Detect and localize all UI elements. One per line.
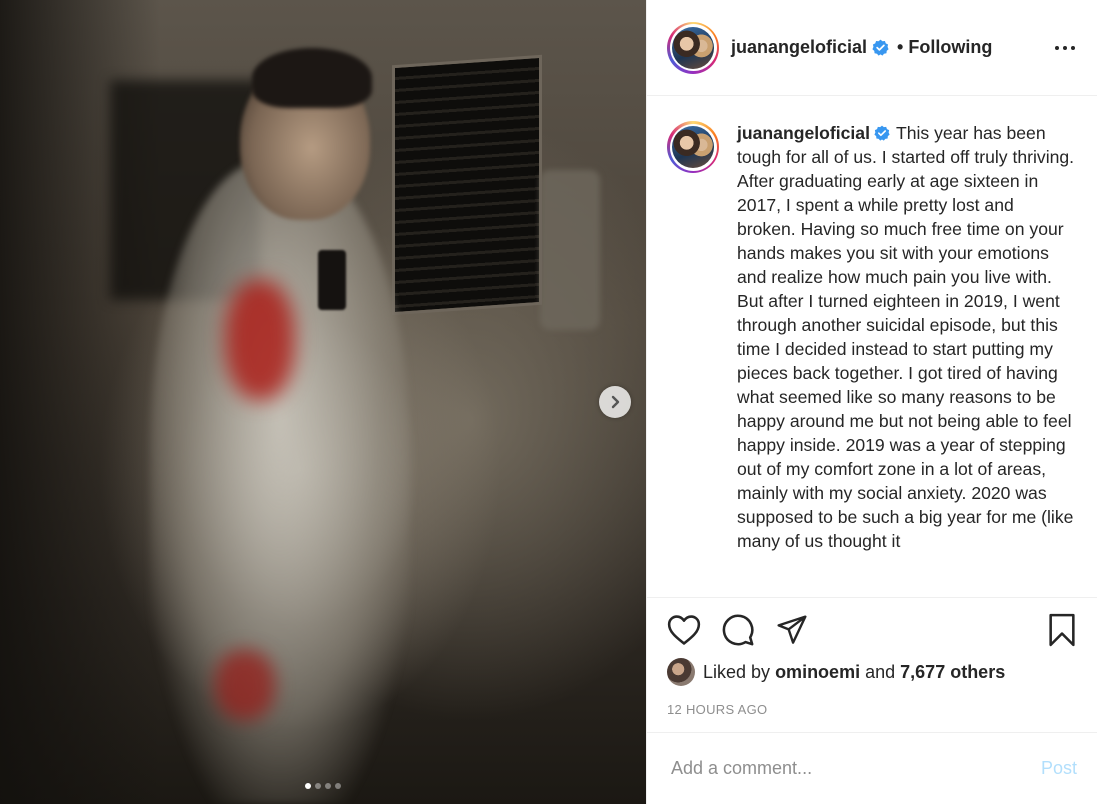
verified-badge-icon [872,39,889,56]
likes-summary[interactable]: Liked by ominoemi and 7,677 others [667,658,1077,686]
caption-section: juanangeloficial This year has been tough… [647,96,1097,597]
comment-form: Post [647,732,1097,804]
post-timestamp[interactable]: 12 HOURS AGO [667,702,1077,717]
actions-section: Liked by ominoemi and 7,677 others 12 HO… [647,597,1097,732]
phone [318,250,346,310]
following-button[interactable]: • Following [897,37,992,58]
verified-badge-icon [874,125,890,141]
paper-plane-icon[interactable] [775,614,809,646]
carousel-dot [325,783,331,789]
more-options-icon[interactable] [1055,40,1075,56]
following-label: Following [908,37,993,57]
caption-username-link[interactable]: juanangeloficial [737,123,870,143]
hanging-towel [540,170,600,330]
bookmark-icon[interactable] [1047,613,1077,647]
instagram-post: juanangeloficial • Following juanangelof… [0,0,1097,804]
liker-avatar [667,658,695,686]
caption: juanangeloficial This year has been tough… [737,121,1077,597]
carousel-indicator [0,783,646,789]
post-sidebar: juanangeloficial • Following juanangelof… [646,0,1097,804]
heart-icon[interactable] [667,614,701,646]
next-image-button[interactable] [599,386,631,418]
caption-avatar[interactable] [667,121,719,173]
comment-bubble-icon[interactable] [721,613,755,647]
avatar[interactable] [667,21,719,74]
post-header: juanangeloficial • Following [647,0,1097,96]
likes-count-link[interactable]: 7,677 others [900,662,1005,683]
person-figure [150,160,410,804]
likes-prefix: Liked by [703,661,771,682]
carousel-dot [305,783,311,789]
window-blinds [392,54,542,316]
comment-input[interactable] [669,757,1041,780]
username-link[interactable]: juanangeloficial [731,37,867,58]
post-comment-button[interactable]: Post [1041,758,1077,779]
separator-dot: • [897,37,904,57]
chevron-right-icon [611,395,620,409]
carousel-dot [335,783,341,789]
liker-username-link[interactable]: ominoemi [775,662,860,683]
carousel-dot [315,783,321,789]
post-photo[interactable] [0,0,646,804]
likes-conjunction: and [865,661,896,682]
caption-text: This year has been tough for all of us. … [737,123,1075,551]
